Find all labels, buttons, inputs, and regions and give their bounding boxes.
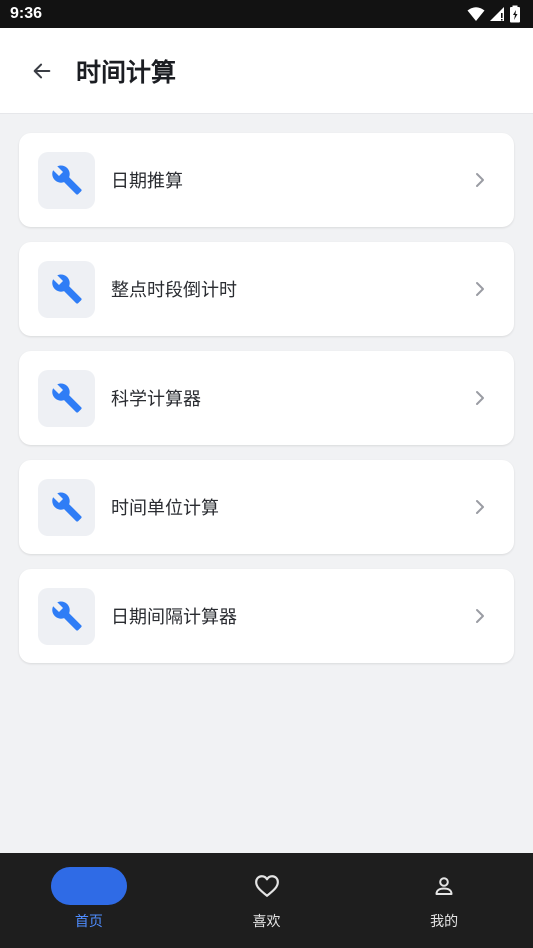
back-button[interactable] xyxy=(22,51,62,91)
nav-item-favorites[interactable]: 喜欢 xyxy=(178,853,356,948)
battery-icon xyxy=(510,5,520,23)
chevron-right-icon xyxy=(468,277,492,301)
arrow-left-icon xyxy=(33,63,51,78)
tool-icon-box xyxy=(38,478,95,536)
tool-icon-box xyxy=(38,151,95,209)
tool-item-scientific-calculator[interactable]: 科学计算器 xyxy=(19,351,514,445)
status-icons xyxy=(467,5,521,23)
tool-item-hour-countdown[interactable]: 整点时段倒计时 xyxy=(19,242,514,336)
wrench-icon xyxy=(51,274,82,304)
heart-icon xyxy=(254,873,280,899)
tool-item-label: 整点时段倒计时 xyxy=(111,280,237,301)
tool-item-label: 时间单位计算 xyxy=(111,498,219,519)
signal-icon xyxy=(490,7,504,21)
wifi-icon xyxy=(467,7,485,21)
wrench-icon xyxy=(51,601,82,631)
tool-icon-box xyxy=(38,260,95,318)
tool-item-date-calc[interactable]: 日期推算 xyxy=(19,133,514,227)
tool-icon-box xyxy=(38,587,95,645)
page-title: 时间计算 xyxy=(76,57,177,87)
nav-label: 喜欢 xyxy=(252,914,281,930)
wrench-icon xyxy=(51,383,82,413)
nav-item-profile[interactable]: 我的 xyxy=(355,853,533,948)
home-icon xyxy=(50,867,127,905)
tool-item-date-interval-calculator[interactable]: 日期间隔计算器 xyxy=(19,569,514,663)
status-bar: 9:36 xyxy=(0,0,533,28)
app-bar: 时间计算 xyxy=(0,28,533,114)
wrench-icon xyxy=(51,492,82,522)
nav-item-home[interactable]: 首页 xyxy=(0,853,178,948)
nav-label: 我的 xyxy=(430,914,459,930)
tool-item-label: 科学计算器 xyxy=(111,389,201,410)
chevron-right-icon xyxy=(468,168,492,192)
tool-item-label: 日期推算 xyxy=(111,171,183,192)
nav-label: 首页 xyxy=(74,914,103,930)
tool-item-label: 日期间隔计算器 xyxy=(111,607,237,628)
tool-list: 日期推算 整点时段倒计时 科学计算器 时间单位计算 日期间隔计算器 xyxy=(19,133,514,678)
chevron-right-icon xyxy=(468,386,492,410)
bottom-nav: 首页 喜欢 我的 xyxy=(0,853,533,948)
tool-item-time-unit-calc[interactable]: 时间单位计算 xyxy=(19,460,514,554)
chevron-right-icon xyxy=(468,495,492,519)
status-time: 9:36 xyxy=(10,5,43,22)
person-icon xyxy=(431,873,457,899)
chevron-right-icon xyxy=(468,604,492,628)
tool-icon-box xyxy=(38,369,95,427)
wrench-icon xyxy=(51,165,82,195)
